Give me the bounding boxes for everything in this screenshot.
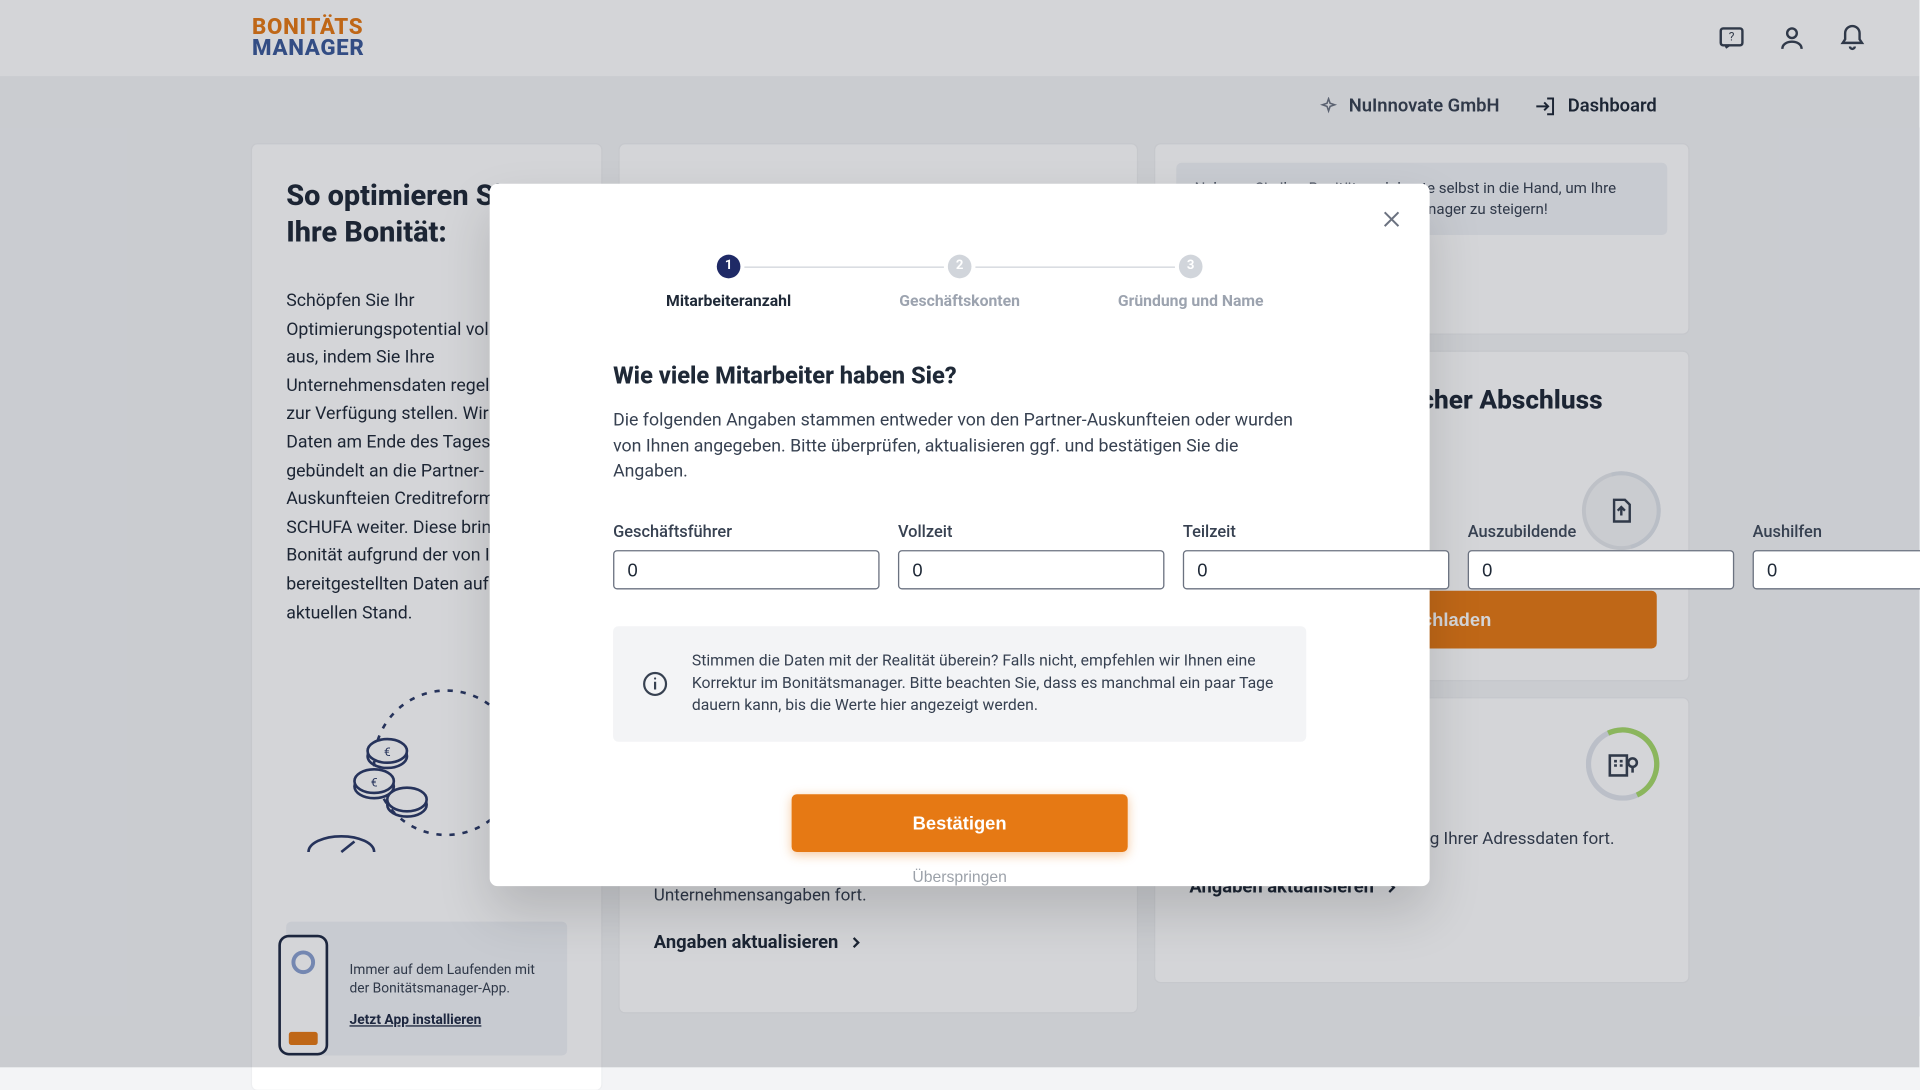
stepper: 1 Mitarbeiteranzahl 2 Geschäftskonten 3 … — [613, 255, 1306, 310]
input-aush[interactable] — [1753, 550, 1920, 589]
step-1-label: Mitarbeiteranzahl — [613, 291, 844, 309]
label-tz: Teilzeit — [1183, 522, 1449, 542]
input-vz[interactable] — [898, 550, 1164, 589]
step-3-label: Gründung und Name — [1075, 291, 1306, 309]
modal-overlay: 1 Mitarbeiteranzahl 2 Geschäftskonten 3 … — [0, 0, 1919, 1067]
skip-button[interactable]: Überspringen — [912, 868, 1007, 886]
employee-modal: 1 Mitarbeiteranzahl 2 Geschäftskonten 3 … — [490, 184, 1430, 886]
modal-lead: Die folgenden Angaben stammen entweder v… — [613, 408, 1306, 485]
input-tz[interactable] — [1183, 550, 1449, 589]
input-gf[interactable] — [613, 550, 879, 589]
step-1-number: 1 — [717, 255, 741, 279]
label-vz: Vollzeit — [898, 522, 1164, 542]
label-aush: Aushilfen — [1753, 522, 1920, 542]
modal-note: Stimmen die Daten mit der Realität übere… — [613, 626, 1306, 742]
label-gf: Geschäftsführer — [613, 522, 879, 542]
close-icon[interactable] — [1380, 207, 1404, 236]
step-2-number: 2 — [948, 255, 972, 279]
info-icon — [642, 671, 668, 697]
step-2: 2 Geschäftskonten — [844, 255, 1075, 310]
input-azubi[interactable] — [1468, 550, 1734, 589]
step-1: 1 Mitarbeiteranzahl — [613, 255, 844, 310]
label-azubi: Auszubildende — [1468, 522, 1734, 542]
step-3: 3 Gründung und Name — [1075, 255, 1306, 310]
step-3-number: 3 — [1179, 255, 1203, 279]
employee-fields: Geschäftsführer Vollzeit Teilzeit Auszub… — [613, 522, 1306, 589]
modal-note-text: Stimmen die Daten mit der Realität übere… — [692, 649, 1278, 717]
step-2-label: Geschäftskonten — [844, 291, 1075, 309]
modal-title: Wie viele Mitarbeiter haben Sie? — [613, 362, 1306, 390]
confirm-button[interactable]: Bestätigen — [792, 794, 1128, 852]
